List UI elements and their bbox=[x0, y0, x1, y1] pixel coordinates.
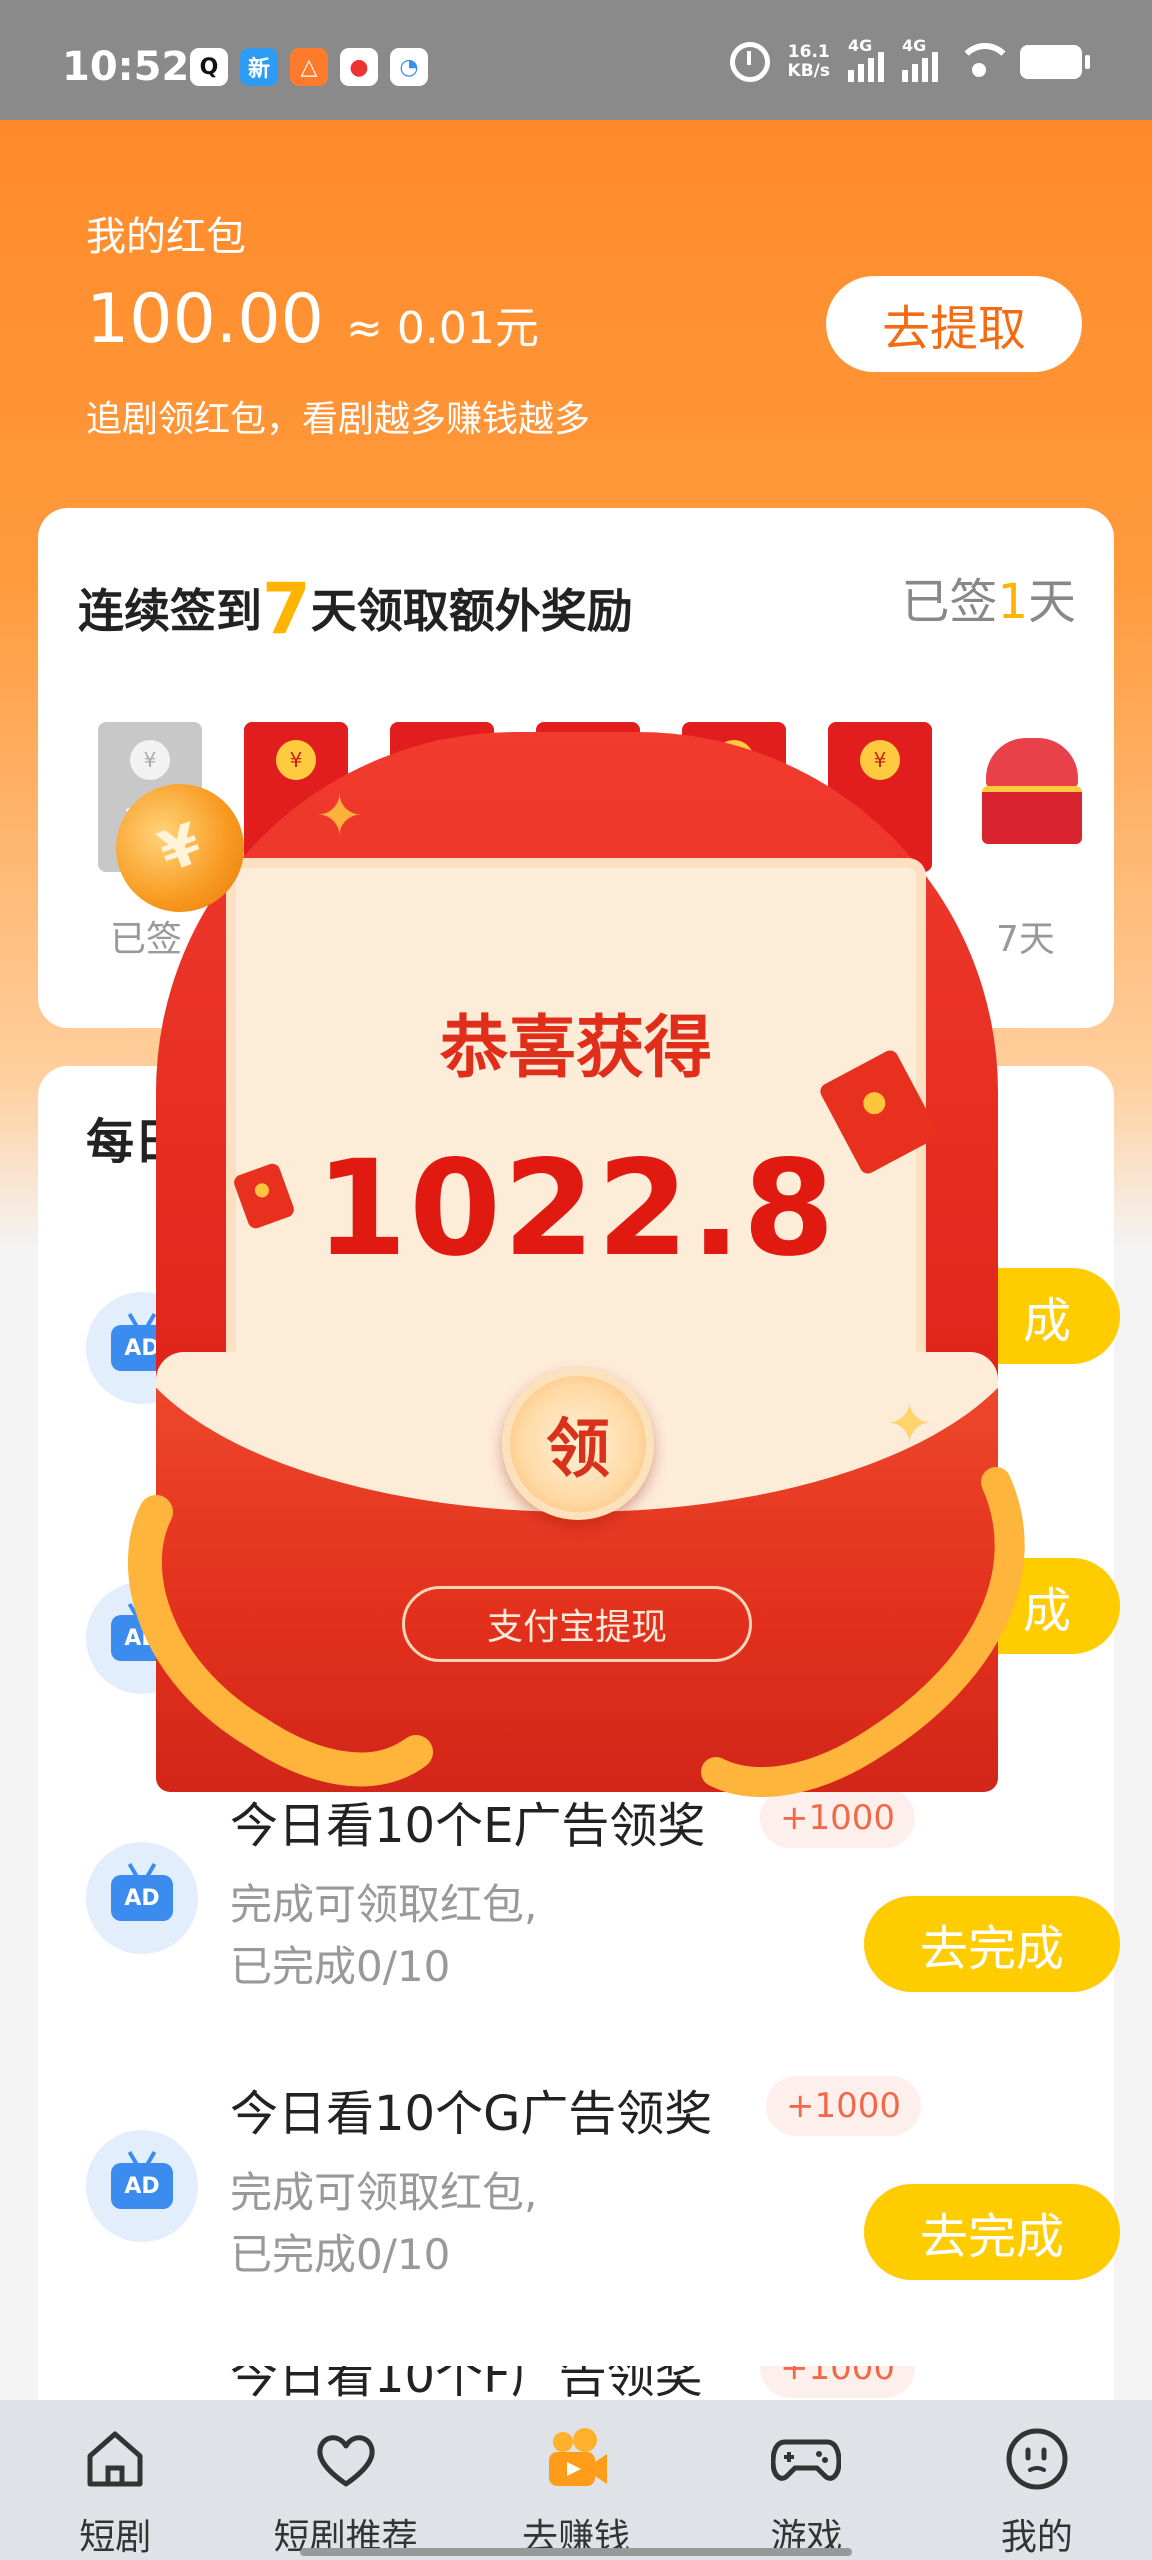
claim-button[interactable]: 领 bbox=[502, 1368, 654, 1520]
prize-amount: 1022.8 bbox=[315, 1132, 837, 1286]
task-row: AD 今日看10个G广告领奖 +1000 完成可领取红包, 已完成0/10 去完… bbox=[38, 2074, 1120, 2344]
ad-tv-icon: AD bbox=[86, 2130, 198, 2242]
task-title: 今日看10个G广告领奖 bbox=[230, 2086, 713, 2142]
signal-icon: 4G bbox=[848, 36, 884, 82]
nav-item-mine[interactable]: 我的 bbox=[922, 2400, 1152, 2560]
alarm-icon bbox=[729, 42, 770, 82]
heart-icon bbox=[311, 2424, 381, 2494]
task-bonus-badge: +1000 bbox=[766, 2076, 922, 2136]
app-icon: △ bbox=[290, 48, 328, 86]
wallet-amount: 100.00 bbox=[86, 280, 324, 359]
ad-tv-icon: AD bbox=[86, 1842, 198, 1954]
wifi-icon bbox=[956, 43, 1014, 81]
bottom-navigation: 短剧 短剧推荐 去赚钱 游戏 我的 bbox=[0, 2400, 1152, 2560]
app-icon: ◔ bbox=[390, 48, 428, 86]
wallet-subtitle: 追剧领红包，看剧越多赚钱越多 bbox=[86, 399, 591, 440]
task-complete-button[interactable]: 去完成 bbox=[864, 1896, 1120, 1992]
wallet-title: 我的红包 bbox=[86, 214, 246, 260]
wallet-approx: ≈ 0.01元 bbox=[346, 303, 539, 354]
withdraw-button[interactable]: 去提取 bbox=[826, 276, 1082, 372]
app-icon: ● bbox=[340, 48, 378, 86]
status-bar: 10:52 Q 新 △ ● ◔ 16.1 KB/s 4G 4G bbox=[0, 0, 1152, 120]
nav-item-earn[interactable]: 去赚钱 bbox=[461, 2400, 691, 2560]
qq-icon: Q bbox=[190, 48, 228, 86]
task-description: 完成可领取红包, 已完成0/10 bbox=[230, 1880, 538, 1991]
alipay-withdraw-button[interactable]: 支付宝提现 bbox=[402, 1586, 752, 1662]
task-row: AD 今日看10个E广告领奖 +1000 完成可领取红包, 已完成0/10 去完… bbox=[38, 1786, 1120, 2056]
task-title: 今日看10个F广告领奖 bbox=[230, 2366, 703, 2400]
nav-item-recommend[interactable]: 短剧推荐 bbox=[230, 2400, 460, 2560]
home-icon bbox=[80, 2424, 150, 2494]
nav-item-short-drama[interactable]: 短剧 bbox=[0, 2400, 230, 2560]
task-complete-button[interactable]: 去完成 bbox=[864, 2184, 1120, 2280]
task-row: 今日看10个F广告领奖 +1000 bbox=[38, 2366, 1114, 2400]
app-icon: 新 bbox=[240, 48, 278, 86]
red-envelope-popup: 恭喜获得 1022.8 ✦ ✦ 领 支付宝提现 ¥ bbox=[97, 732, 1025, 1797]
net-speed: 16.1 KB/s bbox=[787, 42, 830, 81]
battery-icon bbox=[1020, 45, 1090, 79]
gamepad-icon bbox=[771, 2424, 842, 2494]
home-indicator[interactable] bbox=[300, 2548, 852, 2556]
checkin-title: 连续签到7天领取额外奖励 bbox=[78, 568, 633, 650]
congrats-text: 恭喜获得 bbox=[439, 1009, 712, 1088]
reward-label-day-7: 7天 bbox=[996, 919, 1055, 960]
nav-item-games[interactable]: 游戏 bbox=[691, 2400, 921, 2560]
sparkle-icon: ✦ bbox=[886, 1392, 933, 1457]
task-description: 完成可领取红包, 已完成0/10 bbox=[230, 2168, 538, 2279]
camera-icon bbox=[541, 2424, 611, 2494]
sparkle-icon: ✦ bbox=[316, 784, 363, 849]
status-time: 10:52 bbox=[62, 44, 190, 90]
signal-icon: 4G bbox=[902, 36, 938, 82]
face-icon bbox=[1002, 2424, 1072, 2494]
checkin-days: 已签1天 bbox=[901, 574, 1076, 630]
task-bonus-badge: +1000 bbox=[760, 2366, 916, 2398]
